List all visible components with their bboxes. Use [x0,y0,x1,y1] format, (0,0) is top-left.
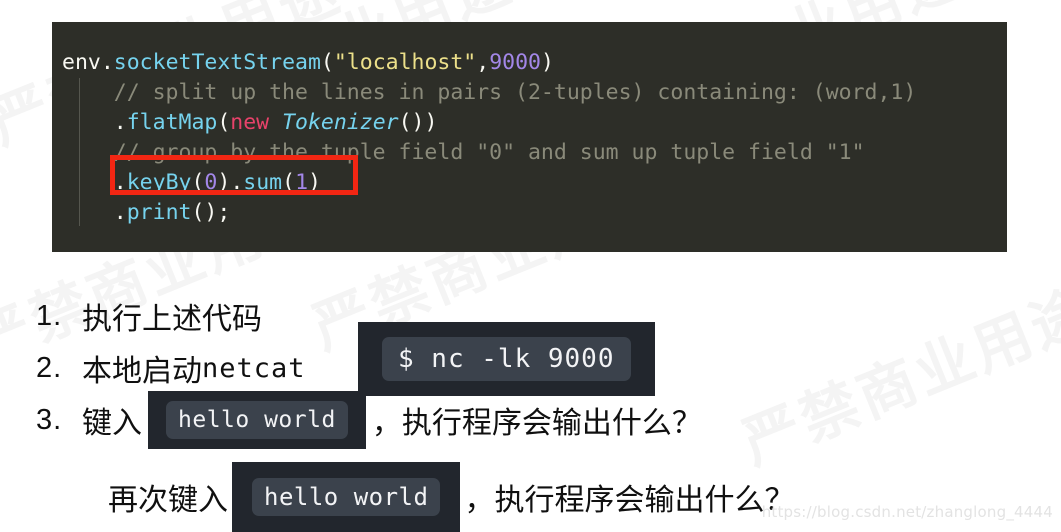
code-token-kw: new [230,110,270,135]
code-line: .print(); [52,198,1007,228]
step-text: 本地启动 [82,354,202,389]
code-lines-container: env.socketTextStream("localhost",9000) /… [52,22,1007,228]
code-token-punc: ) [540,50,554,75]
code-token-punc: ( [217,110,231,135]
code-chip-label: hello world [166,401,348,439]
step-number: 2. [36,351,63,384]
code-token-punc: ()) [398,110,438,135]
code-token-punc: . [113,110,127,135]
code-token-comment: // split up the lines in pairs (2-tuples… [62,80,917,105]
code-token-punc: , [476,50,490,75]
terminal-command-chip: $ nc -lk 9000 [352,322,661,396]
code-token-punc: (); [191,200,231,225]
code-token-num: 9000 [489,50,541,75]
followup-question-row: 再次键入 hello world ，执行程序会输出什么？ [108,462,794,532]
list-item: 3. 键入 hello world ，执行程序会输出什么？ [36,391,1036,449]
code-token-punc: ( [320,50,334,75]
code-token-punc: . [100,50,114,75]
terminal-chip-outer: $ nc -lk 9000 [358,322,655,396]
step-number: 3. [36,403,63,436]
code-chip: hello world [148,391,366,449]
code-token-fn: print [126,200,192,225]
step-text: 执行上述代码 [82,302,262,337]
followup-text-before: 再次键入 [108,483,228,518]
step-text-after: ，执行程序会输出什么？ [371,406,702,441]
code-chip-label: hello world [252,478,441,516]
step-text-mono: netcat [202,352,306,384]
code-token-type: Tokenizer [282,110,399,135]
red-highlight-annotation [110,155,358,195]
step-number: 1. [36,299,63,332]
code-line: // split up the lines in pairs (2-tuples… [52,78,1007,108]
code-line: env.socketTextStream("localhost",9000) [52,48,1007,78]
code-token-punc: . [113,200,127,225]
code-block-panel: env.socketTextStream("localhost",9000) /… [52,22,1007,252]
code-line: .flatMap(new Tokenizer()) [52,108,1007,138]
followup-text-after: ，执行程序会输出什么？ [464,483,795,518]
code-token-fn: flatMap [126,110,218,135]
terminal-command-label: $ nc -lk 9000 [382,337,631,381]
code-token-plain: env [62,50,101,75]
code-token-fn: socketTextStream [113,50,321,75]
code-token-str: "localhost" [333,50,477,75]
step-text-before: 键入 [82,406,142,441]
code-chip: hello world [232,462,461,532]
source-url-watermark: https://blog.csdn.net/zhanglong_4444 [761,503,1053,521]
